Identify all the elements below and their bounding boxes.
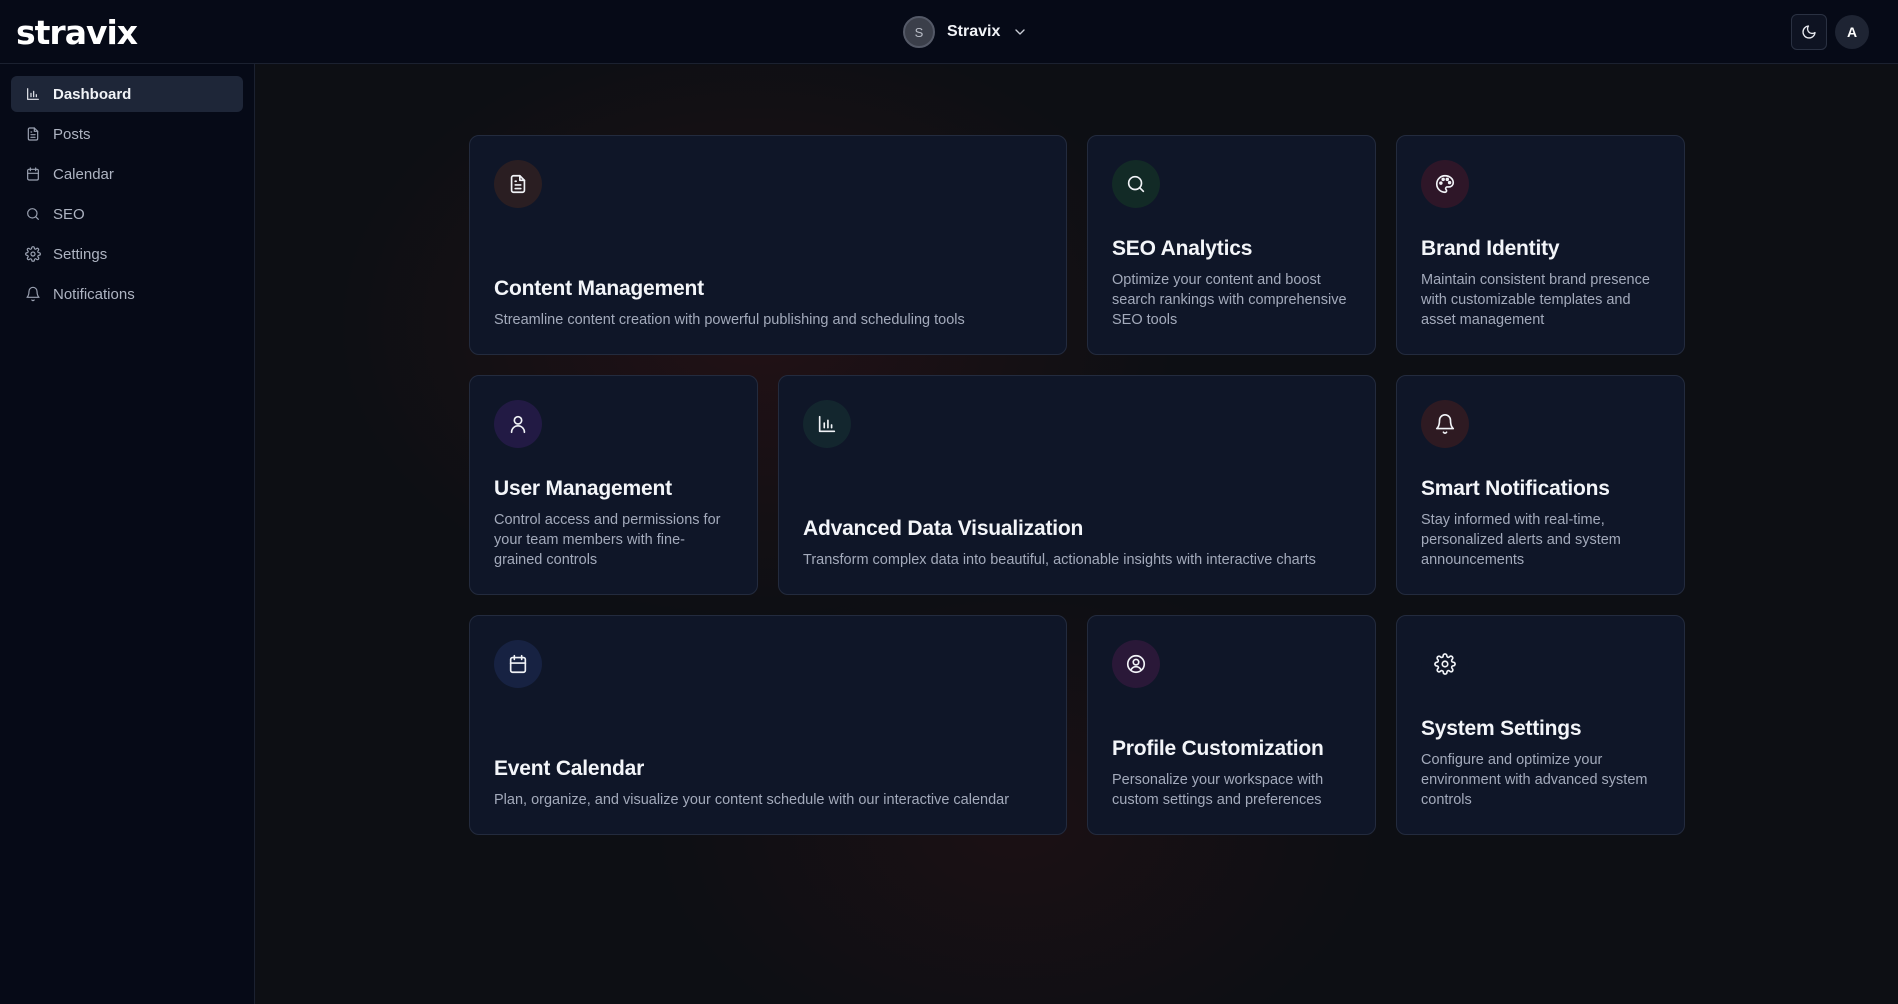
card-title: Content Management	[494, 277, 704, 300]
card-title: SEO Analytics	[1112, 237, 1253, 260]
card-text: Event Calendar Plan, organize, and visual…	[494, 757, 1042, 810]
workspace-avatar: S	[903, 16, 935, 48]
sidebar-item-label: Calendar	[53, 165, 114, 183]
card-text: Smart Notifications Stay informed with re…	[1421, 477, 1660, 570]
user-icon	[494, 400, 542, 448]
feature-card-user-management[interactable]: User Management Control access and permis…	[469, 375, 758, 595]
sidebar: Dashboard Posts Calendar SEO Settings Notific…	[0, 64, 255, 1004]
gear-icon	[1421, 640, 1469, 688]
card-text: Advanced Data Visualization Transform com…	[803, 517, 1351, 570]
card-title: System Settings	[1421, 717, 1582, 740]
top-header: stravix S Stravix A	[0, 0, 1898, 64]
feature-card-brand-identity[interactable]: Brand Identity Maintain consistent brand …	[1396, 135, 1685, 355]
card-description: Optimize your content and boost search r…	[1112, 272, 1347, 328]
stravix-logo[interactable]: stravix	[16, 12, 138, 52]
user-circle-icon	[1112, 640, 1160, 688]
card-title: User Management	[494, 477, 672, 500]
bell-icon	[1421, 400, 1469, 448]
feature-card-profile-customization[interactable]: Profile Customization Personalize your wo…	[1087, 615, 1376, 835]
user-avatar[interactable]: A	[1835, 15, 1869, 49]
workspace-name: Stravix	[947, 23, 1001, 40]
sidebar-item-seo[interactable]: SEO	[11, 196, 243, 232]
card-description: Configure and optimize your environment …	[1421, 752, 1648, 808]
theme-toggle-button[interactable]	[1791, 14, 1827, 50]
card-description: Stay informed with real-time, personaliz…	[1421, 512, 1621, 568]
moon-icon	[1801, 24, 1817, 40]
card-description: Transform complex data into beautiful, a…	[803, 552, 1316, 568]
main-content: Content Management Streamline content cre…	[256, 65, 1898, 1004]
card-text: Profile Customization Personalize your wo…	[1112, 737, 1351, 810]
card-description: Streamline content creation with powerfu…	[494, 312, 965, 328]
sidebar-item-label: Dashboard	[53, 85, 132, 103]
file-text-icon	[494, 160, 542, 208]
sidebar-item-dashboard[interactable]: Dashboard	[11, 76, 243, 112]
card-text: Content Management Streamline content cre…	[494, 277, 1042, 330]
card-title: Brand Identity	[1421, 237, 1560, 260]
card-title: Advanced Data Visualization	[803, 517, 1084, 540]
bar-chart-icon	[25, 86, 41, 102]
search-icon	[1112, 160, 1160, 208]
card-text: User Management Control access and permis…	[494, 477, 733, 570]
sidebar-item-calendar[interactable]: Calendar	[11, 156, 243, 192]
bell-icon	[25, 286, 41, 302]
feature-card-smart-notifications[interactable]: Smart Notifications Stay informed with re…	[1396, 375, 1685, 595]
sidebar-item-posts[interactable]: Posts	[11, 116, 243, 152]
card-title: Profile Customization	[1112, 737, 1324, 760]
card-title: Smart Notifications	[1421, 477, 1610, 500]
palette-icon	[1421, 160, 1469, 208]
card-description: Control access and permissions for your …	[494, 512, 721, 568]
feature-card-content-management[interactable]: Content Management Streamline content cre…	[469, 135, 1067, 355]
calendar-icon	[25, 166, 41, 182]
sidebar-item-label: SEO	[53, 205, 85, 223]
card-text: System Settings Configure and optimize yo…	[1421, 717, 1660, 810]
card-text: SEO Analytics Optimize your content and b…	[1112, 237, 1351, 330]
sidebar-item-settings[interactable]: Settings	[11, 236, 243, 272]
logo-text: stravix	[16, 12, 138, 52]
sidebar-item-label: Posts	[53, 125, 91, 143]
chevron-down-icon	[1012, 24, 1028, 40]
sidebar-item-label: Settings	[53, 245, 108, 263]
search-icon	[25, 206, 41, 222]
sidebar-item-notifications[interactable]: Notifications	[11, 276, 243, 312]
card-description: Plan, organize, and visualize your conte…	[494, 792, 1010, 808]
card-description: Maintain consistent brand presence with …	[1421, 272, 1650, 328]
feature-card-seo-analytics[interactable]: SEO Analytics Optimize your content and b…	[1087, 135, 1376, 355]
feature-card-advanced-data-visualization[interactable]: Advanced Data Visualization Transform com…	[778, 375, 1376, 595]
file-text-icon	[25, 126, 41, 142]
sidebar-item-label: Notifications	[53, 285, 135, 303]
card-text: Brand Identity Maintain consistent brand …	[1421, 237, 1660, 330]
card-title: Event Calendar	[494, 757, 645, 780]
card-description: Personalize your workspace with custom s…	[1112, 772, 1324, 808]
workspace-switcher[interactable]: S Stravix	[903, 16, 1028, 48]
calendar-icon	[494, 640, 542, 688]
gear-icon	[25, 246, 41, 262]
feature-card-event-calendar[interactable]: Event Calendar Plan, organize, and visual…	[469, 615, 1067, 835]
feature-card-system-settings[interactable]: System Settings Configure and optimize yo…	[1396, 615, 1685, 835]
bar-chart-icon	[803, 400, 851, 448]
